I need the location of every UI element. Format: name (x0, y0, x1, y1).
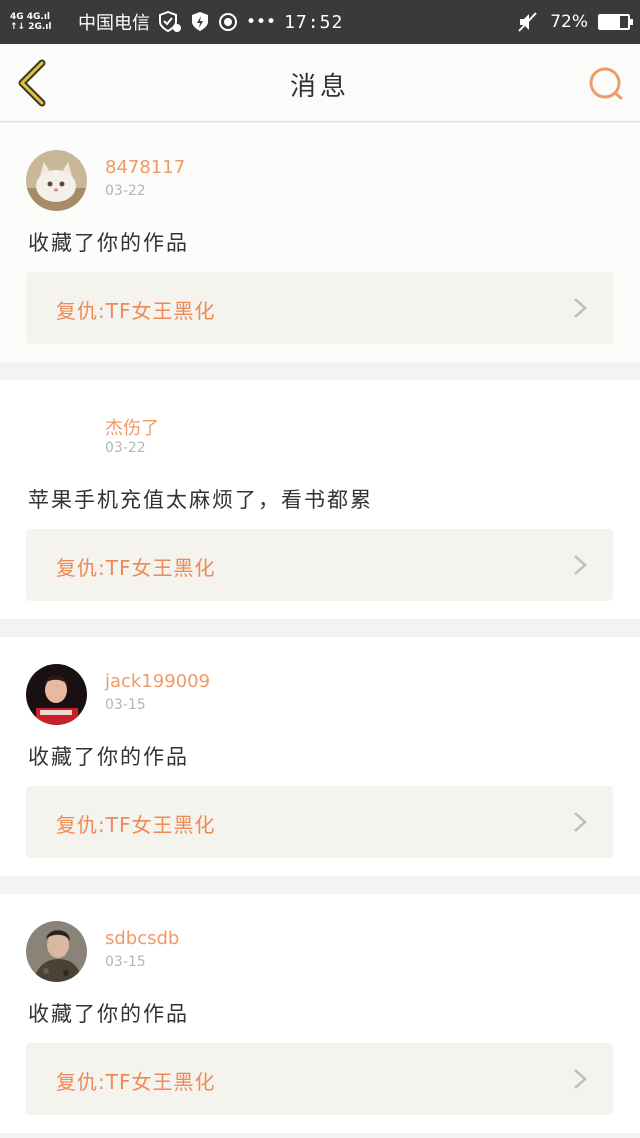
message-date: 03-15 (105, 954, 146, 970)
more-dots: ••• (246, 12, 277, 32)
shield-check-icon (159, 11, 181, 33)
avatar[interactable] (26, 150, 87, 211)
message-text: 苹果手机充值太麻烦了，看书都累 (28, 488, 373, 512)
battery-fill (600, 16, 621, 28)
network-indicator: 4G 4G.ıl ↑↓ 2G.ıl (10, 12, 72, 32)
username[interactable]: 杰伤了 (105, 414, 159, 440)
avatar[interactable] (26, 921, 87, 982)
work-link[interactable]: 复仇:TF女王黑化 (26, 1043, 613, 1115)
cat-avatar-icon (26, 150, 87, 211)
message-text: 收藏了你的作品 (28, 231, 189, 255)
network-top: 4G 4G.ıl (10, 12, 51, 22)
username[interactable]: jack199009 (105, 671, 210, 692)
clock: 17:52 (284, 11, 344, 33)
chevron-right-icon (574, 555, 587, 575)
carrier-name: 中国电信 (78, 13, 150, 34)
shield-bolt-icon (192, 12, 208, 31)
work-link[interactable]: 复仇:TF女王黑化 (26, 272, 613, 344)
message-text: 收藏了你的作品 (28, 745, 189, 769)
work-title: 复仇:TF女王黑化 (56, 299, 216, 323)
battery-icon (598, 14, 633, 30)
mute-icon (518, 12, 537, 32)
message-date: 03-15 (105, 697, 146, 713)
person-avatar-icon (26, 664, 87, 725)
battery-percent: 72% (550, 12, 588, 32)
nav-bar: 消息 (0, 44, 640, 122)
work-title: 复仇:TF女王黑化 (56, 556, 216, 580)
chevron-right-icon (574, 298, 587, 318)
work-title: 复仇:TF女王黑化 (56, 1070, 216, 1094)
message-card[interactable]: 杰伤了 03-22 苹果手机充值太麻烦了，看书都累 复仇:TF女王黑化 (0, 380, 640, 619)
chevron-right-icon (574, 1069, 587, 1089)
username[interactable]: 8478117 (105, 157, 185, 178)
status-bar: 4G 4G.ıl ↑↓ 2G.ıl 中国电信 ••• 17:52 72% (0, 0, 640, 44)
page-title: 消息 (289, 72, 350, 102)
message-list: 8478117 03-22 收藏了你的作品 复仇:TF女王黑化 杰伤了 03-2… (0, 123, 640, 1138)
search-icon (589, 67, 623, 100)
work-link[interactable]: 复仇:TF女王黑化 (26, 786, 613, 858)
work-title: 复仇:TF女王黑化 (56, 813, 216, 837)
message-card[interactable]: sdbcsdb 03-15 收藏了你的作品 复仇:TF女王黑化 (0, 894, 640, 1133)
chevron-right-icon (574, 812, 587, 832)
search-button[interactable] (586, 64, 626, 104)
message-date: 03-22 (105, 183, 146, 199)
message-card[interactable]: 8478117 03-22 收藏了你的作品 复仇:TF女王黑化 (0, 123, 640, 362)
message-text: 收藏了你的作品 (28, 1002, 189, 1026)
target-icon (219, 13, 237, 31)
username[interactable]: sdbcsdb (105, 928, 179, 949)
message-date: 03-22 (105, 440, 146, 456)
network-bottom: ↑↓ 2G.ıl (10, 22, 52, 32)
avatar[interactable] (26, 664, 87, 725)
person-avatar-icon (26, 921, 87, 982)
message-card[interactable]: jack199009 03-15 收藏了你的作品 复仇:TF女王黑化 (0, 637, 640, 876)
work-link[interactable]: 复仇:TF女王黑化 (26, 529, 613, 601)
